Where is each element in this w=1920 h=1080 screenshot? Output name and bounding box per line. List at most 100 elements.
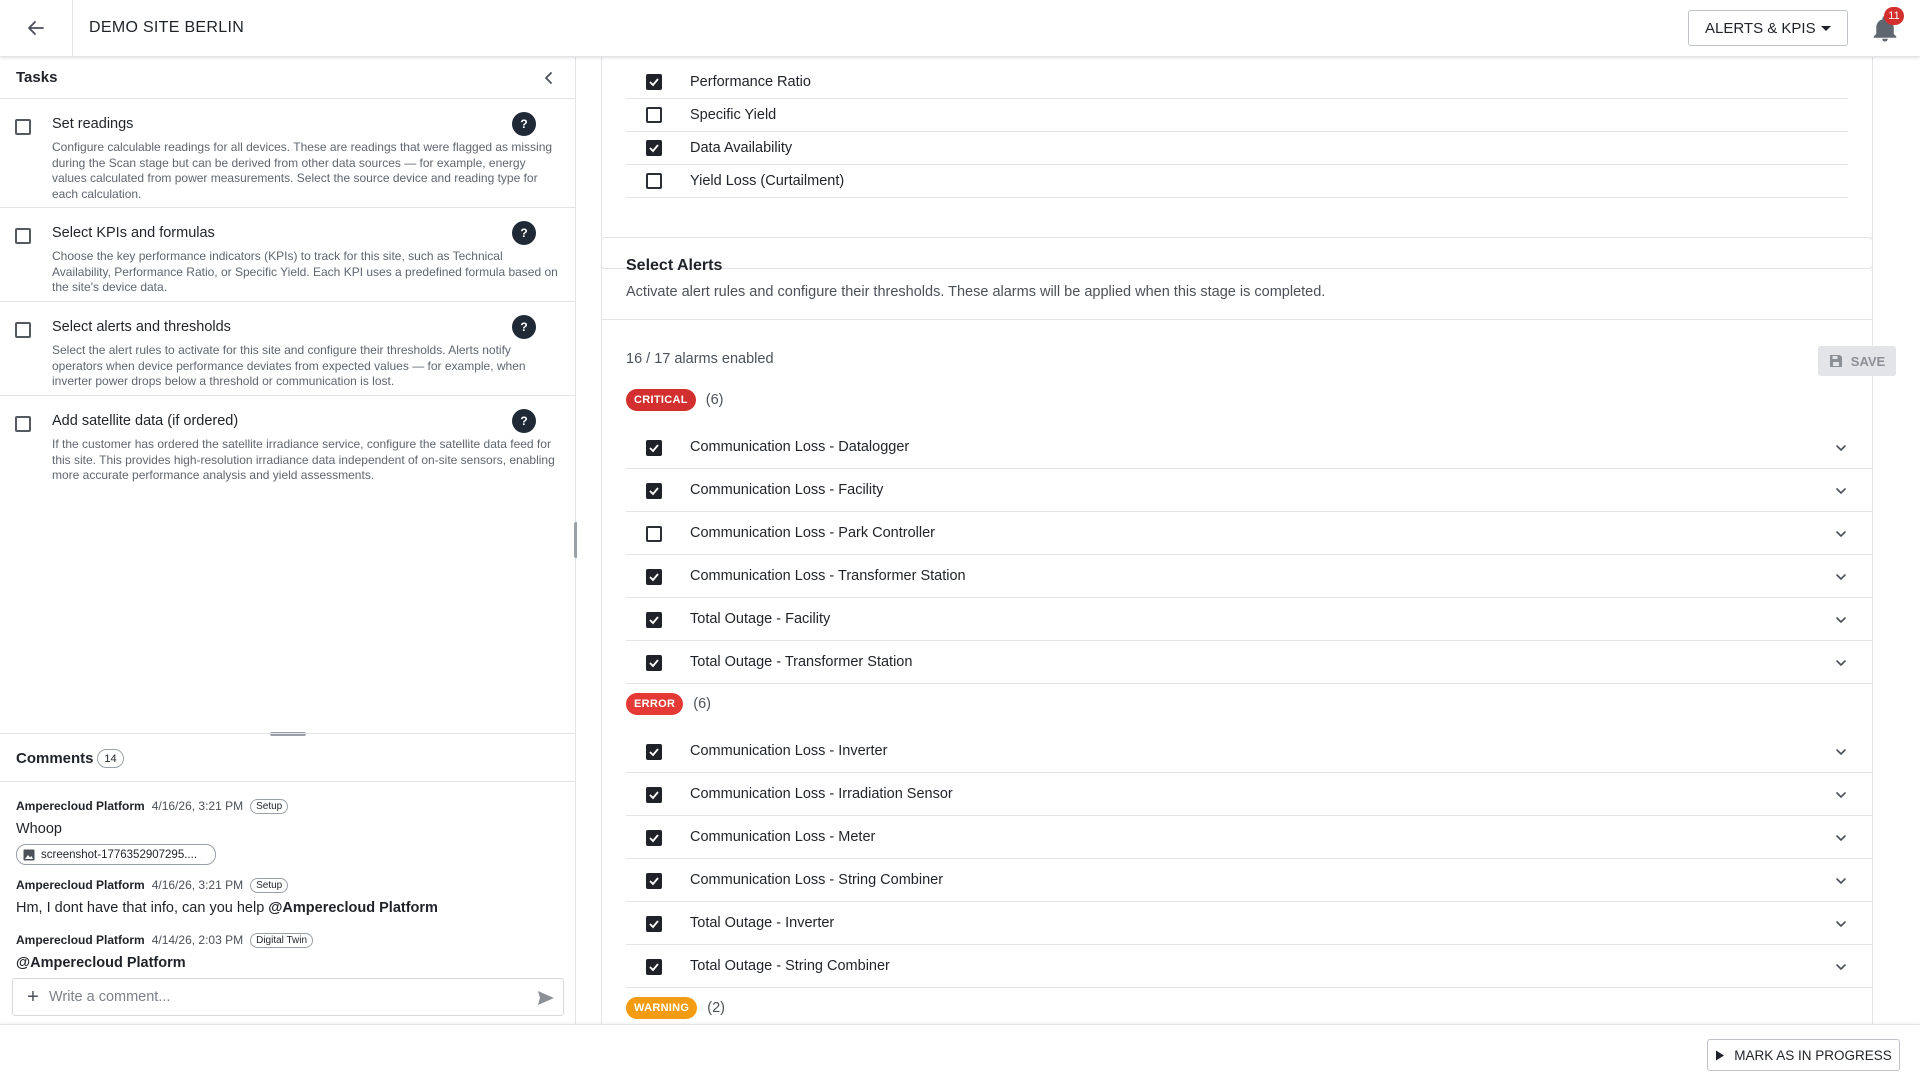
comment-input[interactable] [49, 987, 509, 1007]
task-checkbox[interactable] [15, 322, 31, 338]
kpi-checkbox[interactable] [646, 173, 662, 189]
alert-checkbox[interactable] [646, 916, 662, 932]
chevron-down-icon[interactable] [1834, 484, 1848, 498]
kpi-checkbox[interactable] [646, 107, 662, 123]
chevron-down-icon[interactable] [1834, 788, 1848, 802]
task-item: Set readings ? Configure calculable read… [0, 99, 575, 208]
alert-row[interactable]: Communication Loss - Facility [626, 469, 1872, 512]
tasks-title: Tasks [16, 69, 58, 86]
alert-checkbox[interactable] [646, 959, 662, 975]
plus-icon[interactable]: + [23, 987, 43, 1007]
back-button[interactable] [0, 0, 73, 56]
alerts-title: Select Alerts [626, 257, 723, 274]
comment-mention[interactable]: @Amperecloud Platform [268, 900, 438, 916]
severity-count: (2) [707, 1000, 725, 1016]
task-title: Select alerts and thresholds [52, 319, 231, 335]
alert-row[interactable]: Total Outage - Transformer Station [626, 641, 1872, 684]
help-icon[interactable]: ? [512, 221, 536, 245]
alert-row[interactable]: Total Outage - String Combiner [626, 945, 1872, 988]
task-item: Add satellite data (if ordered) ? If the… [0, 396, 575, 490]
alert-row[interactable]: Communication Loss - Irradiation Sensor [626, 773, 1872, 816]
task-description: Choose the key performance indicators (K… [52, 249, 558, 294]
chevron-down-icon[interactable] [1834, 874, 1848, 888]
alert-row[interactable]: Communication Loss - String Combiner [626, 859, 1872, 902]
chevron-down-icon[interactable] [1834, 527, 1848, 541]
top-bar: DEMO SITE BERLIN ALERTS & KPIS 11 [0, 0, 1920, 57]
help-icon[interactable]: ? [512, 112, 536, 136]
comment-attachment[interactable]: screenshot-1776352907295.... [16, 844, 216, 865]
alert-row[interactable]: Communication Loss - Inverter [626, 730, 1872, 773]
kpi-row[interactable]: Data Availability [626, 132, 1848, 165]
alert-checkbox[interactable] [646, 569, 662, 585]
alert-row[interactable]: Communication Loss - Transformer Station [626, 555, 1872, 598]
alert-checkbox[interactable] [646, 440, 662, 456]
alert-row[interactable]: Communication Loss - Datalogger [626, 426, 1872, 469]
kpi-row[interactable]: Specific Yield [626, 99, 1848, 132]
chevron-down-icon[interactable] [1834, 441, 1848, 455]
task-description: Configure calculable readings for all de… [52, 140, 553, 201]
kpi-row[interactable]: Yield Loss (Curtailment) [626, 165, 1848, 198]
alert-checkbox[interactable] [646, 526, 662, 542]
comment-mention[interactable]: @Amperecloud Platform [16, 955, 186, 971]
severity-group-warning: WARNING (2) [626, 997, 725, 1019]
comment-tag: Digital Twin [250, 932, 314, 948]
comment-date: 4/16/26, 3:21 PM [151, 878, 244, 892]
kpi-checkbox[interactable] [646, 74, 662, 90]
kpi-row[interactable]: Performance Ratio [626, 66, 1848, 99]
task-description: Select the alert rules to activate for t… [52, 343, 526, 388]
save-button[interactable]: SAVE [1818, 346, 1896, 376]
send-icon[interactable] [537, 990, 555, 1006]
alert-row[interactable]: Total Outage - Inverter [626, 902, 1872, 945]
chevron-down-icon[interactable] [1834, 917, 1848, 931]
stage-select[interactable]: ALERTS & KPIS [1688, 10, 1848, 46]
task-description: If the customer has ordered the satellit… [52, 437, 555, 482]
alert-label: Communication Loss - Facility [690, 482, 884, 498]
comments-header: Comments 14 [0, 734, 576, 782]
kpi-label: Yield Loss (Curtailment) [690, 173, 845, 189]
task-checkbox[interactable] [15, 228, 31, 244]
alert-label: Communication Loss - Inverter [690, 743, 888, 759]
kpi-checkbox[interactable] [646, 140, 662, 156]
severity-group-critical: CRITICAL (6) [626, 389, 723, 411]
alert-checkbox[interactable] [646, 830, 662, 846]
comment-item: Amperecloud Platform 4/16/26, 3:21 PM Se… [16, 798, 566, 865]
chevron-down-icon[interactable] [1834, 831, 1848, 845]
comment-text: Hm, I dont have that info, can you help … [16, 900, 566, 916]
chevron-down-icon[interactable] [1834, 570, 1848, 584]
alert-row[interactable]: Communication Loss - Meter [626, 816, 1872, 859]
comments-section: Comments 14 Amperecloud Platform 4/16/26… [0, 733, 576, 971]
comment-author: Amperecloud Platform [16, 799, 145, 813]
comment-tag: Setup [250, 877, 289, 893]
alert-checkbox[interactable] [646, 655, 662, 671]
severity-badge: WARNING [626, 997, 698, 1019]
mark-in-progress-button[interactable]: MARK AS IN PROGRESS [1707, 1039, 1900, 1071]
site-title: DEMO SITE BERLIN [89, 19, 245, 36]
alert-row[interactable]: Total Outage - Facility [626, 598, 1872, 641]
severity-badge: CRITICAL [626, 389, 696, 411]
task-checkbox[interactable] [15, 416, 31, 432]
alert-label: Communication Loss - Irradiation Sensor [690, 786, 953, 802]
save-icon [1829, 355, 1842, 367]
alert-label: Total Outage - Inverter [690, 915, 835, 931]
notification-badge: 11 [1884, 7, 1904, 25]
chevron-down-icon[interactable] [1834, 613, 1848, 627]
task-checkbox[interactable] [15, 119, 31, 135]
help-icon[interactable]: ? [512, 409, 536, 433]
chevron-down-icon[interactable] [1834, 960, 1848, 974]
alert-checkbox[interactable] [646, 873, 662, 889]
chevron-left-icon[interactable] [540, 69, 558, 87]
caret-down-icon [1821, 26, 1831, 31]
alert-row[interactable]: Communication Loss - Park Controller [626, 512, 1872, 555]
comment-input-box: + [12, 978, 564, 1016]
mark-in-progress-label: MARK AS IN PROGRESS [1734, 1047, 1892, 1063]
alert-checkbox[interactable] [646, 787, 662, 803]
alert-checkbox[interactable] [646, 483, 662, 499]
alert-checkbox[interactable] [646, 744, 662, 760]
chevron-down-icon[interactable] [1834, 745, 1848, 759]
chevron-down-icon[interactable] [1834, 656, 1848, 670]
alert-checkbox[interactable] [646, 612, 662, 628]
alerts-description: Activate alert rules and configure their… [626, 284, 1326, 300]
alert-label: Total Outage - Facility [690, 611, 831, 627]
help-icon[interactable]: ? [512, 315, 536, 339]
comment-tag: Setup [250, 798, 289, 814]
